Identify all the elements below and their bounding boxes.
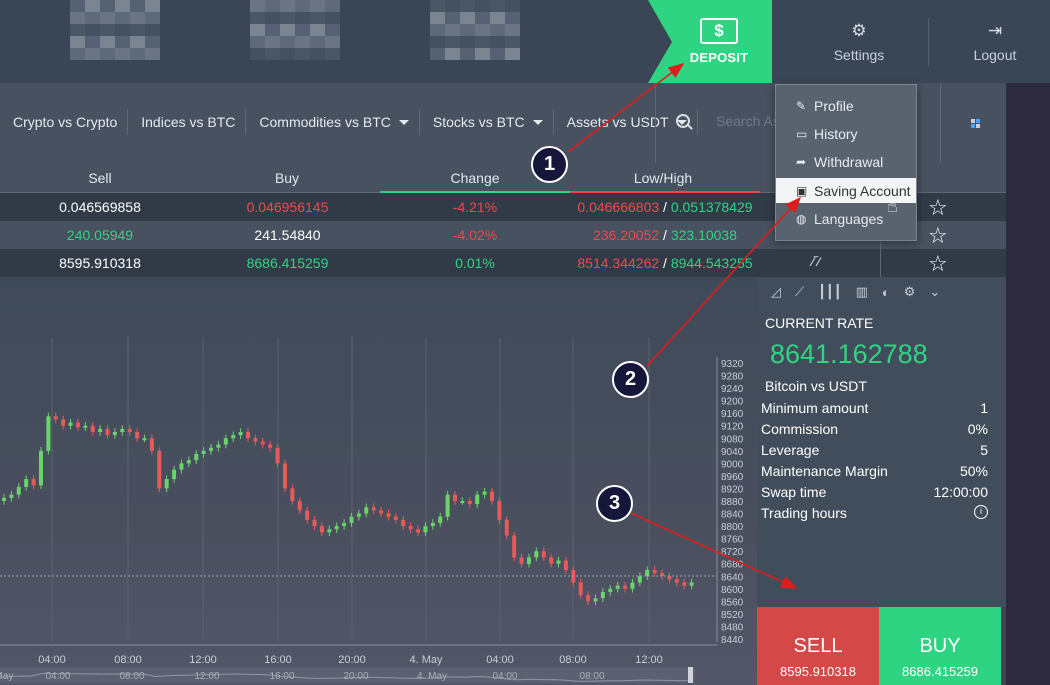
arrow-3 [630, 512, 798, 589]
arrow-1 [567, 63, 685, 153]
annotation-badge-1: 1 [531, 146, 568, 183]
annotation-arrows [567, 63, 802, 589]
arrow-2 [646, 196, 802, 367]
annotation-badge-2: 2 [612, 361, 649, 398]
annotation-badge-3: 3 [596, 485, 633, 522]
